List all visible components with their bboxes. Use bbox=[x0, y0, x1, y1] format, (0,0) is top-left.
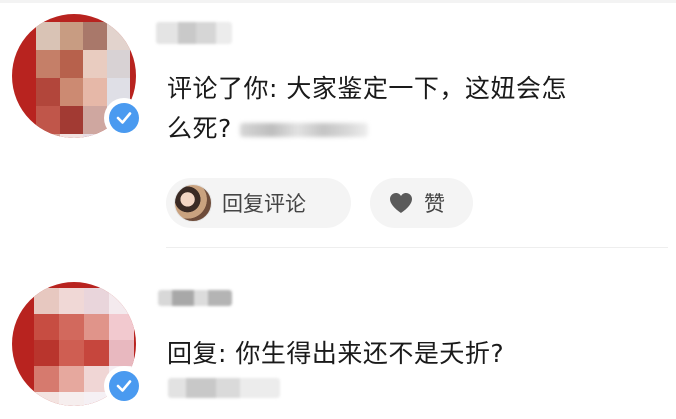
comment-text-line1: 评论了你: 大家鉴定一下，这妞会怎 bbox=[167, 74, 567, 103]
like-button[interactable]: 赞 bbox=[370, 178, 473, 228]
divider bbox=[166, 247, 668, 248]
comment-text: 评论了你: 大家鉴定一下，这妞会怎 么死? bbox=[167, 69, 667, 149]
comment-text-line2: 么死? bbox=[167, 109, 667, 149]
verified-badge-icon bbox=[116, 380, 132, 392]
reply-comment-button[interactable]: 回复评论 bbox=[166, 178, 351, 228]
heart-icon bbox=[390, 193, 412, 213]
avatar bbox=[174, 184, 212, 222]
verified-badge bbox=[104, 98, 144, 138]
commenter-name-redacted[interactable] bbox=[158, 290, 232, 306]
verified-badge bbox=[104, 366, 144, 406]
reply-comment-label: 回复评论 bbox=[222, 192, 306, 216]
redacted-text bbox=[168, 378, 280, 398]
top-border bbox=[0, 0, 676, 3]
comment-text-line2-text: 么死? bbox=[167, 114, 232, 143]
commenter-name-redacted[interactable] bbox=[156, 22, 232, 44]
verified-badge-icon bbox=[116, 112, 132, 124]
reply-text: 回复: 你生得出来还不是夭折? bbox=[167, 339, 505, 368]
redacted-text bbox=[239, 123, 368, 137]
like-label: 赞 bbox=[424, 192, 445, 216]
